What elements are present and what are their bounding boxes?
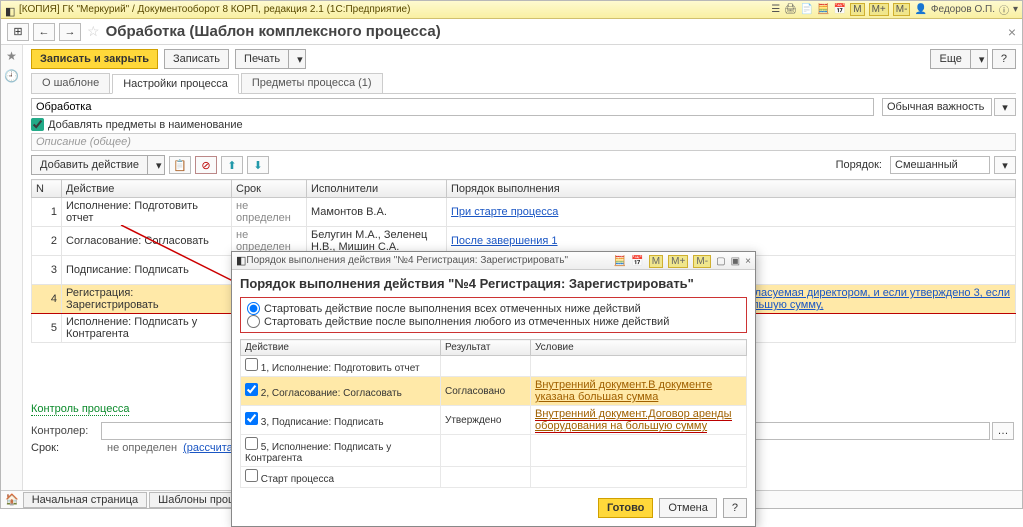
m-plus-badge[interactable]: M+ — [869, 3, 889, 16]
col-term[interactable]: Срок — [232, 180, 307, 198]
dlg-mplus-badge[interactable]: M+ — [668, 255, 688, 268]
row-checkbox[interactable] — [245, 383, 258, 396]
col-action[interactable]: Действие — [62, 180, 232, 198]
process-name-input[interactable] — [31, 98, 874, 116]
clone-icon[interactable]: 📄 — [801, 4, 813, 15]
dialog-caption: Порядок выполнения действия "№4 Регистра… — [246, 255, 611, 266]
save-button[interactable]: Записать — [164, 49, 229, 69]
add-action-dropdown[interactable]: ▾ — [148, 155, 165, 175]
dlg-m-badge[interactable]: M — [649, 255, 663, 268]
save-close-button[interactable]: Записать и закрыть — [31, 49, 158, 69]
term-label: Срок: — [31, 442, 101, 454]
tab-settings[interactable]: Настройки процесса — [112, 74, 239, 94]
radio-any-label: Стартовать действие после выполнения люб… — [264, 316, 669, 328]
tab-items[interactable]: Предметы процесса (1) — [241, 73, 383, 93]
dlg-max-icon[interactable]: ▣ — [731, 256, 740, 267]
dlg-close-icon[interactable]: × — [745, 256, 751, 267]
tab-about[interactable]: О шаблоне — [31, 73, 110, 93]
order-link[interactable]: После завершения 1 — [451, 235, 558, 247]
dialog-table-row[interactable]: 3, Подписание: ПодписатьУтвержденоВнутре… — [241, 406, 747, 435]
calendar-icon[interactable]: 📅 — [834, 4, 846, 15]
home-icon[interactable]: 🏠 — [5, 493, 19, 506]
order-mode-select[interactable]: Смешанный — [890, 156, 990, 174]
dcol-condition[interactable]: Условие — [531, 340, 747, 356]
move-down-icon[interactable]: ⬇ — [247, 156, 269, 174]
order-dialog: ◧ Порядок выполнения действия "№4 Регист… — [231, 251, 756, 527]
close-icon[interactable]: × — [1008, 24, 1016, 40]
app-title: [КОПИЯ] ГК "Меркурий" / Документооборот … — [19, 4, 771, 15]
add-items-checkbox[interactable] — [31, 118, 44, 131]
radio-any[interactable] — [247, 315, 260, 328]
apps-grid-icon[interactable]: ⊞ — [7, 23, 29, 41]
col-n[interactable]: N — [32, 180, 62, 198]
forward-button[interactable]: → — [59, 23, 81, 41]
print-icon[interactable]: 🖨 — [784, 4, 797, 15]
dcol-result[interactable]: Результат — [441, 340, 531, 356]
user-icon: 👤 — [914, 4, 926, 15]
add-action-button[interactable]: Добавить действие — [31, 155, 148, 175]
calc-icon[interactable]: 🧮 — [817, 4, 829, 15]
dlg-calendar-icon[interactable]: 📅 — [631, 256, 643, 267]
rail-star-icon[interactable]: ★ — [6, 49, 17, 63]
description-input[interactable]: Описание (общее) — [31, 133, 1016, 151]
back-button[interactable]: ← — [33, 23, 55, 41]
importance-value: Обычная важность — [887, 101, 984, 113]
order-mode-dropdown-icon[interactable]: ▾ — [994, 156, 1016, 174]
dialog-actions-table: Действие Результат Условие 1, Исполнение… — [240, 339, 747, 488]
move-up-icon[interactable]: ⬆ — [221, 156, 243, 174]
user-name[interactable]: Федоров О.П. — [931, 4, 995, 15]
row-checkbox[interactable] — [245, 469, 258, 482]
dcol-action[interactable]: Действие — [241, 340, 441, 356]
order-mode-value: Смешанный — [895, 159, 958, 171]
condition-link[interactable]: Внутренний документ.В документе указана … — [535, 379, 712, 403]
rail-clock-icon[interactable]: 🕘 — [4, 69, 19, 83]
row-checkbox[interactable] — [245, 412, 258, 425]
dlg-mminus-badge[interactable]: M- — [693, 255, 711, 268]
condition-link[interactable]: Внутренний документ.Договор аренды обору… — [535, 408, 732, 433]
print-button[interactable]: Печать — [235, 49, 289, 69]
radio-all-label: Стартовать действие после выполнения все… — [264, 303, 641, 315]
row-checkbox[interactable] — [245, 358, 258, 371]
dlg-calc-icon[interactable]: 🧮 — [614, 256, 626, 267]
more-button[interactable]: Еще — [930, 49, 970, 69]
dialog-cancel-button[interactable]: Отмена — [659, 498, 716, 518]
importance-dropdown-icon[interactable]: ▾ — [994, 98, 1016, 116]
dlg-min-icon[interactable]: ▢ — [716, 256, 725, 267]
tab-start-page[interactable]: Начальная страница — [23, 492, 147, 508]
minimize-icon[interactable]: ▾ — [1013, 4, 1018, 15]
radio-all[interactable] — [247, 302, 260, 315]
dialog-title: Порядок выполнения действия "№4 Регистра… — [240, 276, 747, 291]
m-badge[interactable]: M — [850, 3, 864, 16]
table-row[interactable]: 1Исполнение: Подготовить отчетне определ… — [32, 198, 1016, 227]
help-button[interactable]: ? — [992, 49, 1016, 69]
dialog-table-row[interactable]: 1, Исполнение: Подготовить отчет — [241, 356, 747, 377]
order-link[interactable]: При старте процесса — [451, 206, 558, 218]
app-icon: ◧ — [5, 5, 15, 15]
toolbar-icon[interactable]: ☰ — [771, 4, 780, 15]
col-executors[interactable]: Исполнители — [307, 180, 447, 198]
term-value: не определен — [107, 442, 177, 454]
dialog-table-row[interactable]: 5, Исполнение: Подписать у Контрагента — [241, 435, 747, 467]
col-order[interactable]: Порядок выполнения — [447, 180, 1016, 198]
process-control-header[interactable]: Контроль процесса — [31, 403, 129, 416]
info-icon[interactable]: ⓘ — [999, 2, 1009, 17]
dialog-table-row[interactable]: 2, Согласование: СогласоватьСогласованоВ… — [241, 377, 747, 406]
more-dropdown[interactable]: ▾ — [971, 49, 988, 69]
dialog-ok-button[interactable]: Готово — [598, 498, 653, 518]
delete-icon[interactable]: ⊘ — [195, 156, 217, 174]
page-title: Обработка (Шаблон комплексного процесса) — [106, 23, 441, 40]
order-mode-label: Порядок: — [836, 159, 882, 171]
importance-select[interactable]: Обычная важность — [882, 98, 992, 116]
dialog-icon: ◧ — [236, 254, 246, 267]
dialog-table-row[interactable]: Старт процесса — [241, 467, 747, 488]
copy-icon[interactable]: 📋 — [169, 156, 191, 174]
m-minus-badge[interactable]: M- — [893, 3, 911, 16]
add-items-label: Добавлять предметы в наименование — [48, 119, 243, 131]
print-dropdown[interactable]: ▾ — [289, 49, 306, 69]
dialog-help-button[interactable]: ? — [723, 498, 747, 518]
row-checkbox[interactable] — [245, 437, 258, 450]
favorite-star-icon[interactable]: ☆ — [87, 23, 100, 40]
controller-label: Контролер: — [31, 425, 101, 437]
controller-more-icon[interactable]: … — [992, 422, 1014, 440]
